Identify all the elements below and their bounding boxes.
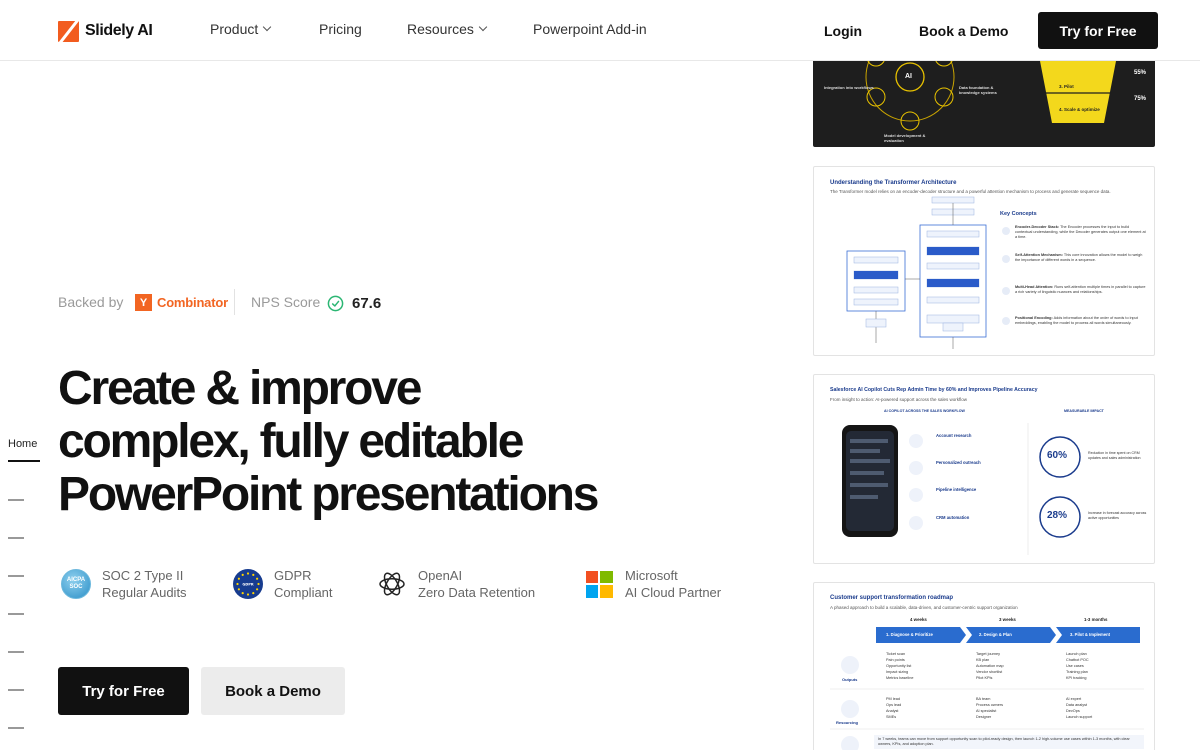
row-label: Outputs (842, 677, 858, 682)
nps-value: 67.6 (352, 295, 382, 312)
gauge-icon (327, 295, 344, 312)
top-nav: Slidely AI Product Pricing Resources Pow… (0, 0, 1200, 61)
backed-by-label: Backed by (58, 294, 124, 310)
roadmap-outputs-col: Launch plan Chatbot POC Use cases Training … (1066, 652, 1089, 680)
roadmap-outputs-col: Target journey KB plan Automation map Vendo… (976, 652, 1004, 680)
rail-section-marker[interactable] (8, 727, 24, 729)
badge-subtitle: Regular Audits (102, 585, 187, 600)
divider (234, 289, 235, 315)
copilot-stat1: 60% (1047, 450, 1068, 461)
nav-powerpoint-addin[interactable]: Powerpoint Add-in (533, 21, 647, 37)
funnel-node-bottom: Model development & evaluation (884, 133, 926, 143)
funnel-step3: 3. Pilot (1059, 84, 1074, 89)
openai-badge: OpenAI Zero Data Retention (376, 567, 535, 601)
try-free-button[interactable]: Try for Free (58, 667, 189, 715)
copilot-graphics (842, 423, 1081, 555)
badge-title: OpenAI (418, 568, 463, 583)
try-free-nav-button[interactable]: Try for Free (1038, 12, 1158, 49)
slide-gallery: AI Integration into workflows Data found… (811, 0, 1156, 750)
svg-text:GDPR: GDPR (242, 582, 254, 586)
slide-thumbnail-copilot[interactable]: Salesforce AI Copilot Cuts Rep Admin Tim… (813, 374, 1155, 564)
rail-section-marker[interactable] (8, 499, 24, 501)
copilot-feature: Personalized outreach (936, 460, 981, 465)
nav-pricing[interactable]: Pricing (319, 21, 362, 37)
nps-label: NPS Score (251, 294, 321, 310)
rail-section-marker[interactable] (8, 575, 24, 577)
rail-section-marker[interactable] (8, 613, 24, 615)
phase-label: 3. Pilot & Implement (1070, 632, 1111, 637)
aicpa-soc-icon: AICPA SOC (60, 568, 92, 600)
copilot-feature: CRM automation (936, 515, 970, 520)
roadmap-footer: In 7 weeks, teams can move from support … (874, 735, 1144, 749)
hero-headline-line: complex, fully editable (58, 415, 524, 468)
microsoft-icon (583, 568, 615, 600)
badge-title: Microsoft (625, 568, 678, 583)
hero-headline: Create & improve complex, fully editable… (58, 362, 758, 521)
rail-section-marker[interactable] (8, 651, 24, 653)
badge-title: GDPR (274, 568, 312, 583)
badge-subtitle: Compliant (274, 585, 333, 600)
funnel-node-left: Integration into workflows (824, 85, 874, 90)
y-combinator-text: Combinator (157, 295, 228, 310)
nav-product-label: Product (210, 21, 259, 37)
rail-home-link[interactable]: Home (8, 438, 37, 450)
chevron-down-icon (263, 22, 272, 32)
phase-label: 1. Diagnose & Prioritize (886, 632, 933, 637)
book-demo-button[interactable]: Book a Demo (201, 667, 345, 715)
nav-resources[interactable]: Resources (407, 21, 488, 37)
phase-label: 2. Design & Plan (979, 632, 1012, 637)
openai-icon (376, 568, 408, 600)
funnel-center-label: AI (905, 73, 912, 80)
rail-active-indicator (8, 460, 40, 462)
soc2-badge: AICPA SOC SOC 2 Type II Regular Audits (60, 567, 187, 601)
copilot-feature: Account research (936, 433, 972, 438)
hero-headline-line: Create & improve (58, 362, 422, 415)
funnel-step4: 4. Scale & optimize (1059, 107, 1100, 112)
hero-headline-line: PowerPoint presentations (58, 468, 600, 521)
funnel-pct1: 55% (1134, 70, 1147, 76)
funnel-node-right: Data foundation & knowledge systems (959, 85, 997, 95)
key-concepts-heading: Key Concepts (1000, 211, 1037, 217)
concept-item: Self-Attention Mechanism: This core inno… (1015, 253, 1143, 262)
copilot-stat2: 28% (1047, 510, 1068, 521)
brand-logo[interactable]: Slidely AI (58, 20, 153, 42)
slide-thumbnail-roadmap[interactable]: Customer support transformation roadmap … (813, 582, 1155, 750)
badge-title: SOC 2 Type II (102, 568, 184, 583)
nav-resources-label: Resources (407, 21, 474, 37)
login-link[interactable]: Login (824, 12, 862, 49)
nav-product[interactable]: Product (210, 21, 272, 37)
concept-item: Positional Encoding: Adds information ab… (1015, 316, 1138, 325)
roadmap-outputs-col: Ticket scan Pain points Opportunity list Im… (886, 652, 914, 680)
roadmap-resourcing-col: BA team Process owners AI specialist Design… (976, 697, 1004, 719)
funnel-pct2: 75% (1134, 96, 1147, 102)
slidely-logo-icon (58, 20, 79, 42)
copilot-feature: Pipeline intelligence (936, 487, 977, 492)
concept-item: Multi-Head Attention: Runs self-attentio… (1015, 285, 1146, 294)
chevron-down-icon (478, 22, 488, 32)
row-label: Resourcing (836, 720, 859, 725)
microsoft-badge: Microsoft AI Cloud Partner (583, 567, 721, 601)
book-demo-link[interactable]: Book a Demo (919, 12, 1008, 49)
brand-name: Slidely AI (85, 22, 153, 39)
gdpr-badge: GDPR GDPR Compliant (232, 567, 333, 601)
badge-subtitle: AI Cloud Partner (625, 585, 722, 600)
nav-pricing-label: Pricing (319, 21, 362, 37)
roadmap-resourcing-col: AI expert Data analyst DevOps Launch suppor… (1066, 697, 1093, 719)
rail-section-marker[interactable] (8, 537, 24, 539)
y-combinator-icon: Y (135, 294, 152, 311)
roadmap-resourcing-col: PM lead Ops lead Analyst SMEs (886, 697, 902, 719)
slide-thumbnail-transformer[interactable]: Understanding the Transformer Architectu… (813, 166, 1155, 356)
copilot-stat2-text: Increase in forecast accuracy across act… (1088, 511, 1147, 520)
rail-section-marker[interactable] (8, 689, 24, 691)
badge-subtitle: Zero Data Retention (418, 585, 536, 600)
copilot-stat1-text: Reduction in time spent on CRM updates a… (1088, 451, 1141, 460)
y-combinator-logo: Y Combinator (135, 294, 228, 311)
concept-item: Encoder-Decoder Stack: The Encoder proce… (1015, 225, 1146, 239)
nav-powerpoint-addin-label: Powerpoint Add-in (533, 21, 647, 37)
gdpr-icon: GDPR (232, 568, 264, 600)
